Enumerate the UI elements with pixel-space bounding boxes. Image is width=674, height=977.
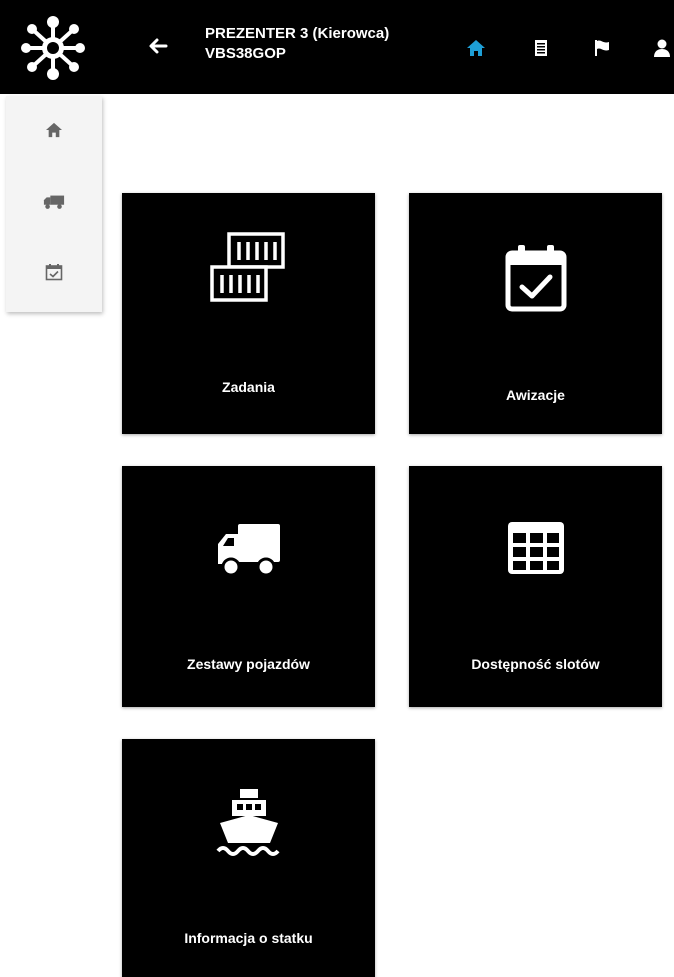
sidebar-item-home[interactable] (40, 116, 68, 144)
calendar-check-icon (45, 264, 63, 281)
sidebar (6, 96, 102, 312)
home-icon[interactable] (466, 38, 486, 58)
network-logo-icon[interactable] (18, 14, 88, 82)
truck-icon (43, 195, 65, 209)
sidebar-item-notifications[interactable] (40, 258, 68, 286)
vehicle-plate: VBS38GOP (205, 45, 286, 62)
tile-awizacje[interactable]: Awizacje (409, 193, 662, 434)
back-arrow-icon[interactable] (146, 34, 170, 58)
grid-table-icon (507, 522, 564, 574)
flag-icon[interactable] (592, 38, 612, 58)
home-icon (46, 122, 62, 138)
top-bar: PREZENTER 3 (Kierowca) VBS38GOP (0, 0, 674, 94)
containers-icon (209, 232, 285, 302)
tile-label: Informacja o statku (184, 930, 313, 946)
tile-label: Dostępność slotów (471, 656, 600, 672)
tile-zadania[interactable]: Zadania (122, 193, 375, 434)
user-name: PREZENTER 3 (Kierowca) (205, 25, 390, 42)
ship-icon (215, 789, 280, 856)
tile-label: Zadania (222, 379, 275, 395)
document-icon[interactable] (531, 38, 551, 58)
user-info: PREZENTER 3 (Kierowca) VBS38GOP (205, 24, 389, 64)
sidebar-item-vehicles[interactable] (40, 188, 68, 216)
tile-label: Awizacje (506, 387, 565, 403)
user-icon[interactable] (652, 38, 672, 58)
tile-label: Zestawy pojazdów (187, 656, 310, 672)
truck-icon (217, 524, 280, 577)
tile-informacja-o-statku[interactable]: Informacja o statku (122, 739, 375, 977)
tile-dostepnosc-slotow[interactable]: Dostępność slotów (409, 466, 662, 707)
calendar-check-icon (505, 245, 566, 312)
tile-zestawy-pojazdow[interactable]: Zestawy pojazdów (122, 466, 375, 707)
